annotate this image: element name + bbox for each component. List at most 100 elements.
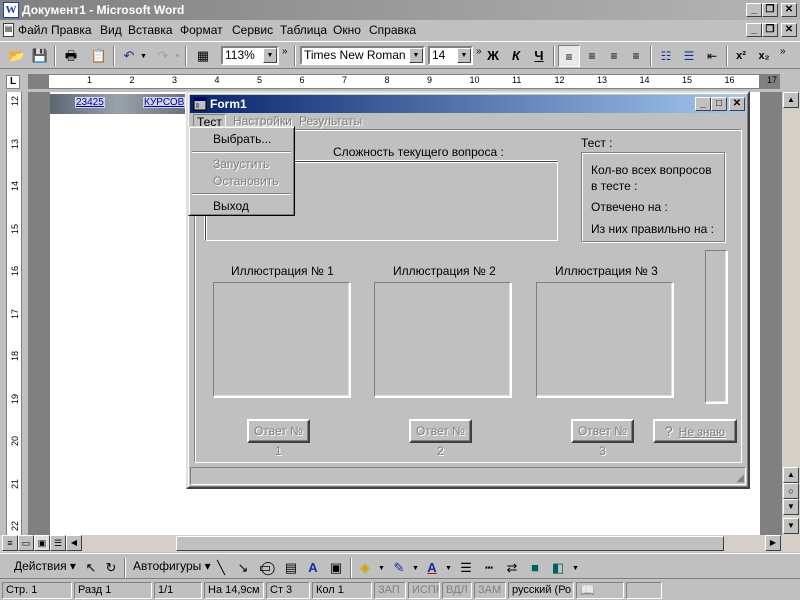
vertical-scrollbar[interactable]: ▲ ▲ ○ ▼ ▼	[782, 92, 800, 537]
free-rotate-icon[interactable]: ↻	[100, 557, 122, 579]
form1-minimize-button[interactable]: _	[695, 97, 711, 111]
numbered-list-icon[interactable]: ☷	[655, 45, 677, 67]
more-buttons-icon[interactable]: »	[282, 46, 288, 57]
zoom-combo[interactable]: 113% ▼	[221, 46, 279, 65]
paste-icon[interactable]: 📋	[88, 45, 110, 67]
superscript-button[interactable]: x²	[730, 45, 752, 67]
spelling-status-icon[interactable]: 📖	[576, 582, 624, 599]
chevron-down-icon[interactable]: ▼	[378, 565, 385, 572]
more-buttons-icon[interactable]: »	[780, 46, 786, 57]
form1-maximize-button[interactable]: □	[711, 97, 727, 111]
scroll-left-icon[interactable]: ◀	[66, 535, 82, 551]
redo-icon[interactable]: ↷	[152, 45, 174, 67]
menu-help[interactable]: Справка	[369, 23, 416, 37]
form-app-icon[interactable]	[192, 96, 208, 112]
arrow-icon[interactable]: ↘	[232, 557, 254, 579]
menu-edit[interactable]: Правка	[51, 23, 92, 37]
illustration-image-3[interactable]	[536, 282, 673, 397]
undo-dropdown-icon[interactable]: ▼	[140, 53, 147, 60]
shadow-icon[interactable]: ■	[524, 557, 546, 579]
menu-insert[interactable]: Вставка	[128, 23, 173, 37]
3d-icon[interactable]: ◧	[547, 557, 569, 579]
scroll-up-icon[interactable]: ▲	[783, 467, 799, 483]
document-icon[interactable]: ▤	[3, 23, 14, 37]
textbox-icon[interactable]: ▤	[280, 557, 302, 579]
print-view-icon[interactable]: ▣	[34, 535, 50, 551]
word-close-button[interactable]: ✕	[781, 3, 797, 17]
chevron-down-icon[interactable]: ▼	[412, 565, 419, 572]
vertical-ruler-bar[interactable]: 12 13 14 15 16 17 18 19 20 21 22	[6, 92, 22, 537]
menu-file[interactable]: Файл	[18, 23, 48, 37]
answer-3-button[interactable]: Ответ № 3	[571, 419, 634, 458]
form-menu-results[interactable]: Результаты	[296, 114, 365, 128]
menu-tools[interactable]: Сервис	[232, 23, 273, 37]
decrease-indent-icon[interactable]: ⇤	[701, 45, 723, 67]
underline-button[interactable]: Ч	[528, 45, 550, 67]
outline-view-icon[interactable]: ☰	[50, 535, 66, 551]
doc-link[interactable]: КУРСОВ	[143, 97, 186, 108]
oval-icon[interactable]: ◯	[257, 557, 279, 579]
redo-dropdown-icon[interactable]: ▼	[174, 53, 181, 60]
menu-item-start[interactable]: Запустить	[192, 155, 291, 173]
open-folder-icon[interactable]: 📂	[6, 45, 28, 67]
italic-button[interactable]: К	[505, 45, 527, 67]
browse-object-icon[interactable]: ○	[783, 483, 799, 499]
status-rec[interactable]: ЗАП	[374, 582, 406, 599]
illustration-image-1[interactable]	[213, 282, 350, 397]
bold-button[interactable]: Ж	[482, 45, 504, 67]
status-ovr[interactable]: ЗАМ	[474, 582, 506, 599]
scroll-up-icon[interactable]: ▲	[783, 92, 799, 108]
dash-style-icon[interactable]: ┅	[478, 557, 500, 579]
scroll-thumb[interactable]	[176, 536, 724, 551]
scroll-down-icon[interactable]: ▼	[783, 518, 799, 534]
tab-selector[interactable]: L	[6, 75, 20, 89]
line-icon[interactable]: ╲	[210, 557, 232, 579]
menu-table[interactable]: Таблица	[280, 23, 327, 37]
form1-close-button[interactable]: ✕	[729, 97, 745, 111]
chevron-down-icon[interactable]: ▼	[457, 48, 471, 63]
answer-2-button[interactable]: Ответ № 2	[409, 419, 472, 458]
form1-titlebar[interactable]: Form1 _ □ ✕	[190, 95, 746, 113]
fill-color-icon[interactable]: ◈	[354, 557, 376, 579]
undo-icon[interactable]: ↶	[118, 45, 140, 67]
dont-know-button[interactable]: ? Не знаю	[653, 419, 737, 443]
menu-view[interactable]: Вид	[100, 23, 122, 37]
more-buttons-icon[interactable]: »	[476, 46, 482, 57]
bullet-list-icon[interactable]: ☰	[678, 45, 700, 67]
web-view-icon[interactable]: ▭	[18, 535, 34, 551]
answer-1-button[interactable]: Ответ № 1	[247, 419, 310, 458]
line-style-icon[interactable]: ☰	[455, 557, 477, 579]
align-center-icon[interactable]: ≡	[581, 45, 603, 67]
line-color-icon[interactable]: ✎	[388, 557, 410, 579]
doc-minimize-button[interactable]: _	[746, 23, 762, 37]
save-icon[interactable]: 💾	[29, 45, 51, 67]
normal-view-icon[interactable]: ≡	[2, 535, 18, 551]
align-right-icon[interactable]: ≡	[603, 45, 625, 67]
menu-item-stop[interactable]: Остановить	[192, 172, 291, 190]
align-left-icon[interactable]: ≡	[558, 45, 580, 67]
menu-item-exit[interactable]: Выход	[192, 197, 291, 215]
scroll-right-icon[interactable]: ▶	[765, 535, 781, 551]
chevron-down-icon[interactable]: ▼	[409, 48, 423, 63]
resize-grip-icon[interactable]: ◢	[736, 473, 744, 484]
print-icon[interactable]: 🖶	[60, 45, 82, 67]
illustration-image-2[interactable]	[374, 282, 511, 397]
font-combo[interactable]: Times New Roman ▼	[300, 46, 425, 65]
ruler-bar[interactable]: 1 2 3 4 5 6 7 8 9 10 11 12 13 14 15 16 17	[28, 74, 780, 89]
doc-restore-button[interactable]: ❐	[762, 23, 778, 37]
scroll-down-icon[interactable]: ▼	[783, 499, 799, 515]
chevron-down-icon[interactable]: ▼	[445, 565, 452, 572]
doc-link[interactable]: 23425	[75, 97, 105, 108]
arrow-style-icon[interactable]: ⇄	[501, 557, 523, 579]
chevron-down-icon[interactable]: ▼	[263, 48, 277, 63]
actions-menu[interactable]: Действия ▾	[14, 559, 76, 573]
word-restore-button[interactable]: ❐	[762, 3, 778, 17]
doc-close-button[interactable]: ✕	[781, 23, 797, 37]
menu-window[interactable]: Окно	[333, 23, 361, 37]
status-ext[interactable]: ВДЛ	[442, 582, 472, 599]
select-objects-icon[interactable]: ↖	[80, 557, 102, 579]
word-app-icon[interactable]: W	[3, 2, 19, 18]
autoshapes-menu[interactable]: Автофигуры ▾	[133, 559, 211, 573]
status-trk[interactable]: ИСПР	[408, 582, 440, 599]
clipart-icon[interactable]: ▣	[325, 557, 347, 579]
